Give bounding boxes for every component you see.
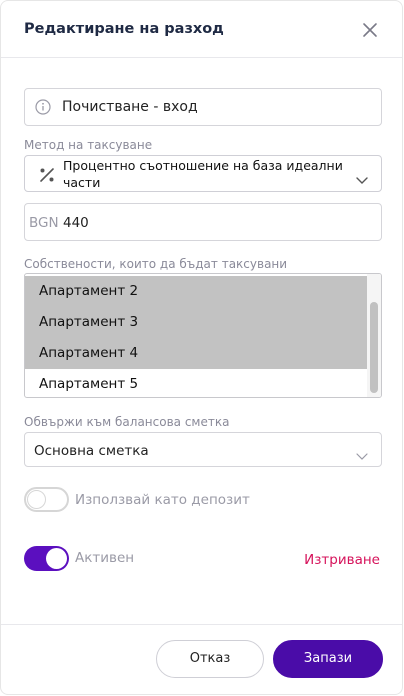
description-value: Почистване - вход [62,99,198,115]
percent-icon [38,166,56,184]
amount-value: 440 [63,215,89,231]
info-icon [35,99,51,115]
method-select[interactable]: Процентно съотношение на база идеални ча… [24,155,382,192]
list-item-label: Апартамент 5 [39,376,139,392]
account-label: Обвържи към балансова сметка [24,415,230,429]
modal-header: Редактиране на разход [1,1,402,58]
list-item[interactable]: Апартамент 5 [25,369,368,397]
properties-multiselect[interactable]: Апартамент 2 Апартамент 3 Апартамент 4 А… [24,273,382,398]
list-item[interactable]: Апартамент 4 [25,338,368,369]
properties-label: Собствености, които да бъдат таксувани [24,257,288,271]
account-select[interactable]: Основна сметка [24,432,382,467]
deposit-toggle-label: Използвай като депозит [75,492,250,508]
list-item-label: Апартамент 2 [39,283,139,299]
active-toggle[interactable] [24,546,69,571]
close-icon[interactable] [360,20,380,40]
list-item[interactable]: Апартамент 2 [25,276,368,307]
modal-title: Редактиране на разход [24,21,224,37]
description-input[interactable]: Почистване - вход [24,88,382,126]
scrollbar-thumb[interactable] [370,302,378,393]
footer-divider [1,624,402,625]
active-toggle-label: Активен [75,550,135,566]
edit-expense-modal: Редактиране на разход Почистване - вход … [0,0,403,695]
currency-label: BGN [29,215,59,231]
list-item-label: Апартамент 4 [39,345,139,361]
scrollbar[interactable] [367,274,381,397]
chevron-down-icon [356,170,368,184]
account-value: Основна сметка [34,443,149,459]
list-item-label: Апартамент 3 [39,314,139,330]
toggle-knob [27,490,46,509]
deposit-toggle[interactable] [24,487,69,512]
save-button[interactable]: Запази [273,640,383,678]
toggle-knob [46,548,67,569]
method-label: Метод на таксуване [24,138,153,152]
amount-input[interactable]: BGN 440 [24,203,382,241]
method-value: Процентно съотношение на база идеални ча… [63,158,343,190]
delete-link[interactable]: Изтриване [304,552,380,568]
cancel-button[interactable]: Отказ [156,640,264,678]
chevron-down-icon [356,446,368,460]
list-item[interactable]: Апартамент 3 [25,307,368,338]
